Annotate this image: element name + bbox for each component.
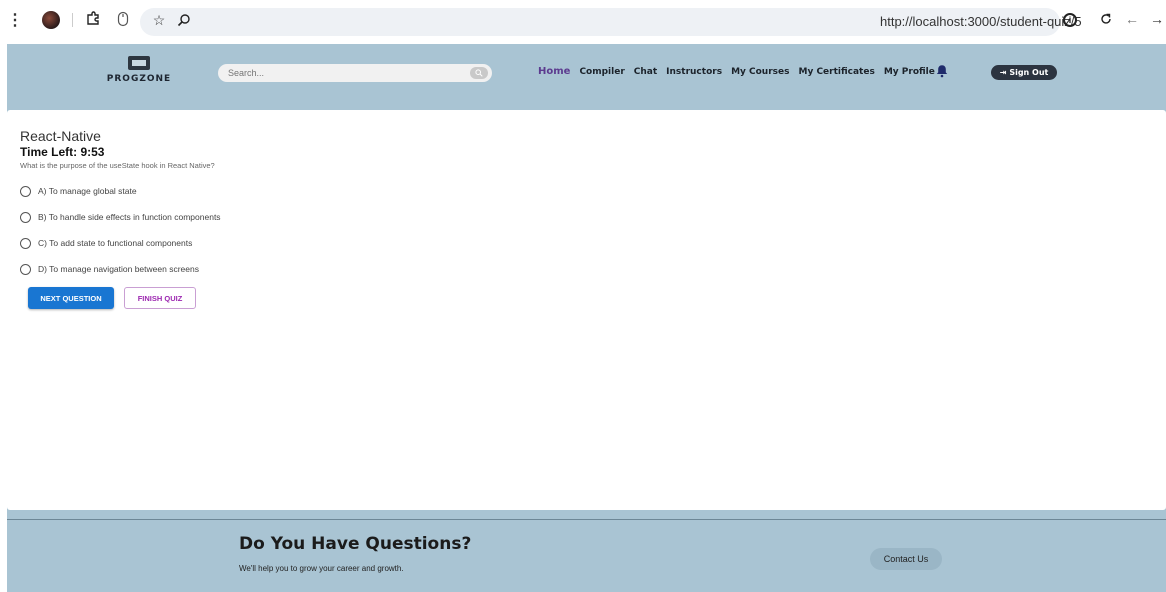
profile-avatar[interactable]: [42, 11, 60, 29]
search-button[interactable]: [470, 67, 488, 79]
back-arrow-icon[interactable]: ←: [1123, 10, 1141, 28]
logo-text: PROGZONE: [106, 74, 172, 84]
nav-link-my-courses[interactable]: My Courses: [731, 67, 789, 77]
radio-button[interactable]: [20, 263, 31, 275]
logo[interactable]: PROGZONE: [99, 56, 179, 84]
next-question-button[interactable]: NEXT QUESTION: [28, 287, 114, 309]
nav-link-my-certificates[interactable]: My Certificates: [798, 67, 874, 77]
option-label: D) To manage navigation between screens: [38, 264, 199, 274]
search-icon: [475, 69, 483, 77]
nav-link-home[interactable]: Home: [538, 66, 570, 77]
notification-bell-icon[interactable]: [936, 64, 948, 78]
quiz-actions: NEXT QUESTION FINISH QUIZ: [28, 287, 196, 309]
sign-out-label: Sign Out: [1009, 68, 1049, 77]
forward-arrow-icon[interactable]: →: [1148, 10, 1166, 28]
nav-link-instructors[interactable]: Instructors: [666, 67, 722, 77]
option-label: B) To handle side effects in function co…: [38, 212, 221, 222]
option-label: C) To add state to functional components: [38, 238, 193, 248]
finish-quiz-button[interactable]: FINISH QUIZ: [124, 287, 196, 309]
toolbar-divider: [72, 13, 73, 27]
nav-link-compiler[interactable]: Compiler: [579, 67, 624, 77]
search-input[interactable]: [228, 67, 448, 79]
quiz-card: React-Native Time Left: 9:53 What is the…: [7, 110, 1166, 510]
quiz-title: React-Native: [20, 128, 101, 144]
footer: Do You Have Questions? We'll help you to…: [7, 520, 1166, 592]
extensions-icon[interactable]: [84, 10, 102, 28]
radio-button[interactable]: [20, 237, 31, 249]
logo-laptop-icon: [128, 56, 150, 70]
reload-icon[interactable]: [1097, 10, 1115, 28]
browser-toolbar: ⋮ ☆ http://localhost:3000/student-quiz/5…: [0, 0, 1166, 40]
footer-title: Do You Have Questions?: [239, 534, 472, 554]
option-b[interactable]: B) To handle side effects in function co…: [20, 204, 221, 230]
option-c[interactable]: C) To add state to functional components: [20, 230, 221, 256]
menu-kebab-icon[interactable]: ⋮: [6, 11, 24, 29]
search-box: [218, 64, 492, 82]
radio-button[interactable]: [20, 211, 31, 223]
nav-link-my-profile[interactable]: My Profile: [884, 67, 935, 77]
sign-out-icon: ⇥: [999, 68, 1007, 77]
footer-subtitle: We'll help you to grow your career and g…: [239, 564, 404, 573]
url-text[interactable]: http://localhost:3000/student-quiz/5: [880, 14, 1082, 29]
nav-links: Home Compiler Chat Instructors My Course…: [538, 66, 944, 77]
sign-out-button[interactable]: ⇥ Sign Out: [991, 65, 1057, 80]
time-left: Time Left: 9:53: [20, 145, 105, 159]
mouse-icon[interactable]: [114, 10, 132, 28]
site-info-icon[interactable]: i: [1063, 13, 1077, 27]
contact-us-button[interactable]: Contact Us: [870, 548, 942, 570]
zoom-icon[interactable]: [175, 11, 193, 29]
option-d[interactable]: D) To manage navigation between screens: [20, 256, 221, 282]
answer-options: A) To manage global state B) To handle s…: [20, 178, 221, 282]
bookmark-star-icon[interactable]: ☆: [150, 11, 168, 29]
app-root: PROGZONE Home Compiler Chat Instructors …: [7, 44, 1166, 592]
option-label: A) To manage global state: [38, 186, 137, 196]
navbar: PROGZONE Home Compiler Chat Instructors …: [7, 44, 1166, 102]
nav-link-chat[interactable]: Chat: [634, 67, 657, 77]
radio-button[interactable]: [20, 185, 31, 197]
question-text: What is the purpose of the useState hook…: [20, 161, 215, 170]
option-a[interactable]: A) To manage global state: [20, 178, 221, 204]
